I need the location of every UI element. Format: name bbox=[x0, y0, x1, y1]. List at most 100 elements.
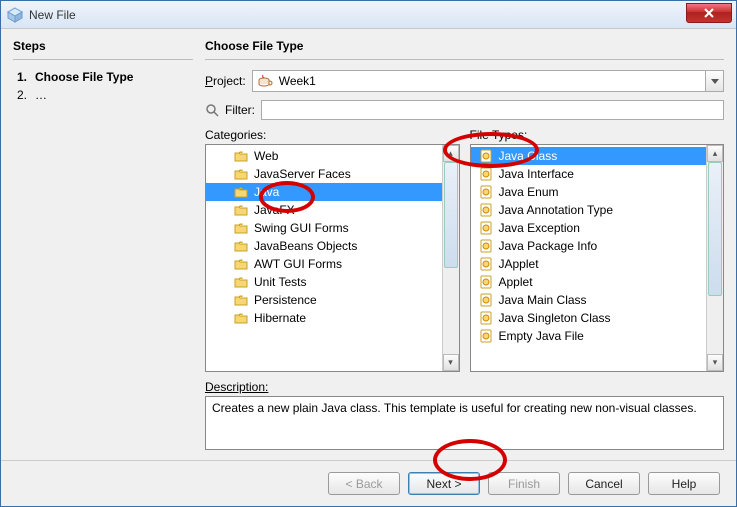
help-button[interactable]: Help bbox=[648, 472, 720, 495]
java-file-icon bbox=[479, 275, 493, 289]
scroll-thumb[interactable] bbox=[444, 162, 458, 268]
folder-icon bbox=[234, 149, 248, 163]
list-item[interactable]: Java Main Class bbox=[471, 291, 707, 309]
list-item-label: Java Class bbox=[499, 149, 558, 163]
step-number: 2. bbox=[17, 86, 27, 104]
scroll-down-button[interactable]: ▾ bbox=[443, 354, 459, 371]
folder-icon bbox=[234, 203, 248, 217]
list-item[interactable]: Java Singleton Class bbox=[471, 309, 707, 327]
close-icon bbox=[704, 8, 714, 18]
list-item[interactable]: JavaServer Faces bbox=[206, 165, 442, 183]
list-item[interactable]: JavaBeans Objects bbox=[206, 237, 442, 255]
list-item-label: Hibernate bbox=[254, 311, 306, 325]
project-value: Week1 bbox=[279, 74, 316, 88]
list-item[interactable]: Java Enum bbox=[471, 183, 707, 201]
categories-column: Categories: Web JavaServer Faces Java JavaF… bbox=[205, 128, 460, 372]
list-item[interactable]: Java Package Info bbox=[471, 237, 707, 255]
filter-input[interactable] bbox=[261, 100, 724, 120]
filter-row: Filter: bbox=[205, 100, 724, 120]
description-box: Creates a new plain Java class. This tem… bbox=[205, 396, 724, 450]
folder-icon bbox=[234, 221, 248, 235]
list-item-label: Swing GUI Forms bbox=[254, 221, 349, 235]
app-icon bbox=[7, 7, 23, 23]
list-item-label: Web bbox=[254, 149, 278, 163]
filter-label: Filter: bbox=[225, 103, 255, 117]
list-item[interactable]: Persistence bbox=[206, 291, 442, 309]
list-item-label: Empty Java File bbox=[499, 329, 584, 343]
list-item-label: JApplet bbox=[499, 257, 539, 271]
step-item: 2. … bbox=[17, 86, 193, 104]
list-item-label: Unit Tests bbox=[254, 275, 306, 289]
list-item-label: Java bbox=[254, 185, 279, 199]
categories-label: Categories: bbox=[205, 128, 460, 142]
java-file-icon bbox=[479, 185, 493, 199]
java-file-icon bbox=[479, 293, 493, 307]
filetypes-column: File Types: Java ClassJava InterfaceJava… bbox=[470, 128, 725, 372]
step-label: Choose File Type bbox=[35, 68, 133, 86]
list-item[interactable]: Java Annotation Type bbox=[471, 201, 707, 219]
button-bar: < Back Next > Finish Cancel Help bbox=[1, 460, 736, 506]
back-button[interactable]: < Back bbox=[328, 472, 400, 495]
list-item[interactable]: Java bbox=[206, 183, 442, 201]
list-item-label: Java Package Info bbox=[499, 239, 598, 253]
project-label: Project: bbox=[205, 74, 246, 88]
scroll-thumb[interactable] bbox=[708, 162, 722, 296]
finish-button[interactable]: Finish bbox=[488, 472, 560, 495]
step-item: 1. Choose File Type bbox=[17, 68, 193, 86]
list-item-label: Java Interface bbox=[499, 167, 574, 181]
java-file-icon bbox=[479, 311, 493, 325]
list-item-label: JavaFX bbox=[254, 203, 295, 217]
scroll-up-button[interactable]: ▴ bbox=[443, 145, 459, 162]
steps-panel: Steps 1. Choose File Type 2. … bbox=[13, 39, 193, 450]
list-item[interactable]: JavaFX bbox=[206, 201, 442, 219]
list-item-label: Java Main Class bbox=[499, 293, 587, 307]
list-item[interactable]: Hibernate bbox=[206, 309, 442, 327]
steps-list: 1. Choose File Type 2. … bbox=[13, 68, 193, 104]
titlebar: New File bbox=[1, 1, 736, 29]
list-item[interactable]: Java Exception bbox=[471, 219, 707, 237]
scrollbar[interactable]: ▴ ▾ bbox=[706, 145, 723, 371]
list-item-label: Applet bbox=[499, 275, 533, 289]
steps-heading: Steps bbox=[13, 39, 193, 53]
filetypes-listbox[interactable]: Java Class Java Interface Java Enum Java An… bbox=[470, 144, 725, 372]
java-project-icon bbox=[257, 73, 273, 89]
filetypes-label: File Types: bbox=[470, 128, 725, 142]
scrollbar[interactable]: ▴ ▾ bbox=[442, 145, 459, 371]
list-item[interactable]: Applet bbox=[471, 273, 707, 291]
cancel-button[interactable]: Cancel bbox=[568, 472, 640, 495]
folder-icon bbox=[234, 311, 248, 325]
folder-icon bbox=[234, 167, 248, 181]
project-row: Project: Week1 bbox=[205, 70, 724, 92]
list-item[interactable]: Java Class bbox=[471, 147, 707, 165]
list-item[interactable]: Web bbox=[206, 147, 442, 165]
next-button[interactable]: Next > bbox=[408, 472, 480, 495]
scroll-up-button[interactable]: ▴ bbox=[707, 145, 723, 162]
scroll-down-button[interactable]: ▾ bbox=[707, 354, 723, 371]
list-item-label: AWT GUI Forms bbox=[254, 257, 342, 271]
folder-icon bbox=[234, 239, 248, 253]
main-heading: Choose File Type bbox=[205, 39, 724, 53]
list-item[interactable]: JApplet bbox=[471, 255, 707, 273]
java-file-icon bbox=[479, 221, 493, 235]
description-text: Creates a new plain Java class. This tem… bbox=[212, 401, 697, 415]
categories-listbox[interactable]: Web JavaServer Faces Java JavaFX Swing GUI F… bbox=[205, 144, 460, 372]
step-number: 1. bbox=[17, 68, 27, 86]
list-item[interactable]: Unit Tests bbox=[206, 273, 442, 291]
java-file-icon bbox=[479, 329, 493, 343]
java-file-icon bbox=[479, 149, 493, 163]
folder-icon bbox=[234, 293, 248, 307]
java-file-icon bbox=[479, 167, 493, 181]
chevron-down-icon[interactable] bbox=[705, 71, 723, 91]
list-item-label: Persistence bbox=[254, 293, 317, 307]
java-file-icon bbox=[479, 257, 493, 271]
list-item[interactable]: Swing GUI Forms bbox=[206, 219, 442, 237]
close-button[interactable] bbox=[686, 3, 732, 23]
main-panel: Choose File Type Project: Week1 bbox=[205, 39, 724, 450]
list-item-label: Java Annotation Type bbox=[499, 203, 614, 217]
java-file-icon bbox=[479, 239, 493, 253]
list-item[interactable]: AWT GUI Forms bbox=[206, 255, 442, 273]
list-item[interactable]: Java Interface bbox=[471, 165, 707, 183]
project-select[interactable]: Week1 bbox=[252, 70, 724, 92]
search-icon bbox=[205, 103, 219, 117]
list-item[interactable]: Empty Java File bbox=[471, 327, 707, 345]
